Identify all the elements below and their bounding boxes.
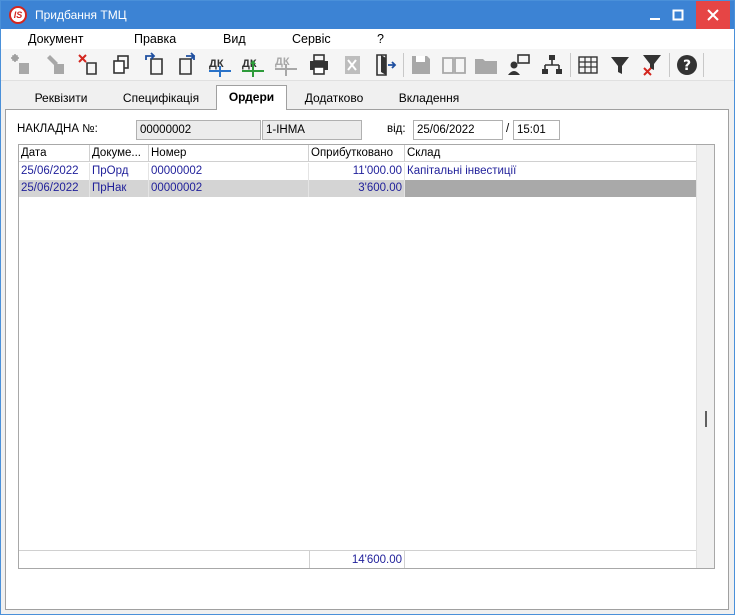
table-header: Дата Докуме... Номер Оприбутковано Склад: [19, 145, 696, 162]
tree-icon[interactable]: [539, 52, 565, 78]
tab-requisites[interactable]: Реквізити: [23, 87, 99, 109]
filter-clear-icon[interactable]: [639, 52, 665, 78]
svg-text:ДК: ДК: [275, 56, 290, 68]
table-row-selected[interactable]: 25/06/2022 ПрНак 00000002 3'600.00: [19, 180, 696, 197]
toolbar-separator: [570, 53, 571, 77]
cell-warehouse: Капітальні інвестиції: [407, 165, 517, 177]
toolbar-separator: [703, 53, 704, 77]
date-time-separator: /: [506, 123, 510, 135]
cell-document: ПрНак: [90, 180, 149, 197]
menu-document[interactable]: Документ: [28, 32, 83, 46]
menu-service[interactable]: Сервіс: [292, 32, 331, 46]
delete-icon[interactable]: [76, 52, 102, 78]
copy-icon[interactable]: [109, 52, 135, 78]
menu-bar: Документ Правка Вид Сервіс ?: [1, 29, 734, 49]
table-footer: 14'600.00: [19, 550, 696, 568]
window-title: Придбання ТМЦ: [35, 8, 127, 22]
toolbar: ДК ДК ДК ?: [1, 49, 734, 81]
tab-bar: Реквізити Специфікація Ордери Додатково …: [1, 83, 734, 110]
column-header-number[interactable]: Номер: [149, 145, 309, 162]
cell-number: 00000002: [149, 180, 309, 197]
cell-date: 25/06/2022: [19, 180, 90, 197]
app-logo-icon: IS: [9, 6, 27, 24]
column-header-date[interactable]: Дата: [19, 145, 90, 162]
excel-icon[interactable]: [339, 52, 365, 78]
toolbar-separator: [669, 53, 670, 77]
table-row[interactable]: 25/06/2022 ПрОрд 00000002 11'000.00 Капі…: [19, 163, 696, 180]
folder-icon[interactable]: [473, 52, 499, 78]
edit-icon[interactable]: [43, 52, 69, 78]
invoice-number-label: НАКЛАДНА №:: [17, 123, 98, 135]
cell-posted: 11'000.00: [309, 163, 405, 180]
dk-grey-icon[interactable]: ДК: [273, 52, 299, 78]
orders-table: Дата Докуме... Номер Оприбутковано Склад…: [18, 144, 715, 569]
tab-specification[interactable]: Специфікація: [113, 87, 209, 109]
tab-additional[interactable]: Додатково: [297, 87, 371, 109]
users-icon[interactable]: [506, 52, 532, 78]
help-icon[interactable]: ?: [674, 52, 700, 78]
menu-edit[interactable]: Правка: [134, 32, 176, 46]
scrollbar-thumb[interactable]: [705, 411, 707, 427]
svg-text:?: ?: [683, 58, 691, 74]
toolbar-separator: [403, 53, 404, 77]
time-field[interactable]: 15:01: [513, 120, 560, 140]
cell-number: 00000002: [149, 163, 309, 180]
title-bar[interactable]: IS Придбання ТМЦ: [1, 1, 734, 29]
close-icon: [707, 9, 719, 21]
column-header-posted[interactable]: Оприбутковано: [309, 145, 405, 162]
invoice-number-field: 00000002: [136, 120, 261, 140]
maximize-icon: [672, 9, 684, 21]
add-icon[interactable]: [9, 52, 35, 78]
dk-blue-icon[interactable]: ДК: [207, 52, 233, 78]
svg-text:ДК: ДК: [209, 58, 224, 70]
date-field[interactable]: 25/06/2022: [413, 120, 503, 140]
column-header-document[interactable]: Докуме...: [90, 145, 149, 162]
invoice-code-field: 1-ІНМА: [262, 120, 362, 140]
book-icon[interactable]: [441, 52, 467, 78]
import-icon[interactable]: [142, 52, 168, 78]
minimize-icon: [650, 18, 660, 20]
export-icon[interactable]: [174, 52, 200, 78]
tab-orders[interactable]: Ордери: [216, 85, 287, 110]
cell-document: ПрОрд: [90, 163, 149, 180]
dk-green-icon[interactable]: ДК: [240, 52, 266, 78]
menu-view[interactable]: Вид: [223, 32, 246, 46]
app-window: IS Придбання ТМЦ Документ Правка Вид Сер…: [0, 0, 735, 615]
filter-icon[interactable]: [607, 52, 633, 78]
column-header-warehouse[interactable]: Склад: [405, 145, 696, 162]
print-icon[interactable]: [306, 52, 332, 78]
date-label: від:: [387, 123, 406, 135]
close-button[interactable]: [696, 1, 730, 29]
grid-icon[interactable]: [575, 52, 601, 78]
exit-icon[interactable]: [372, 52, 398, 78]
tab-attachments[interactable]: Вкладення: [389, 87, 469, 109]
orders-panel: НАКЛАДНА №: 00000002 1-ІНМА від: 25/06/2…: [5, 109, 729, 610]
total-posted: 14'600.00: [309, 551, 405, 568]
save-icon[interactable]: [408, 52, 434, 78]
cell-warehouse-focused[interactable]: [405, 180, 696, 197]
maximize-button[interactable]: [664, 1, 692, 29]
cell-posted: 3'600.00: [309, 180, 405, 197]
menu-help[interactable]: ?: [377, 32, 384, 46]
vertical-scrollbar[interactable]: [696, 145, 714, 568]
cell-date: 25/06/2022: [19, 163, 90, 180]
